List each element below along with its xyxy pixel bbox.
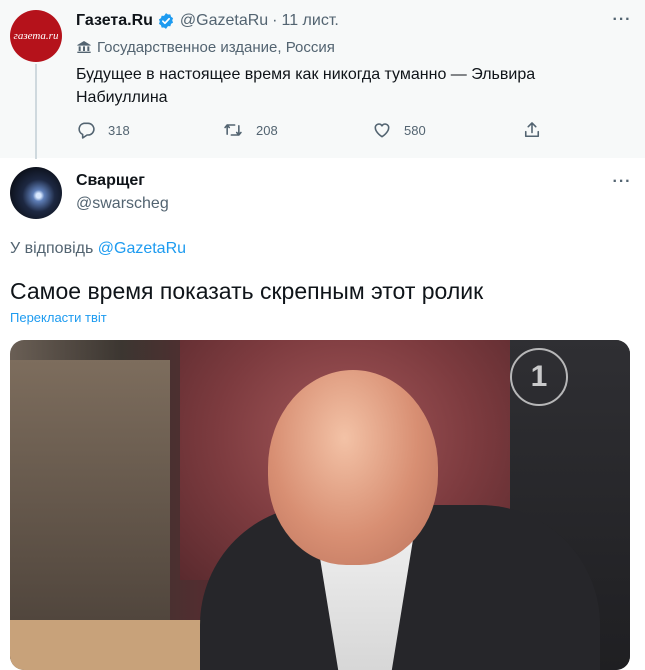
reply-icon [78,122,95,139]
video-thumbnail[interactable]: 1 [10,340,630,670]
author-name[interactable]: Газета.Ru [76,12,153,30]
replying-to-handle-link[interactable]: @GazetaRu [98,240,186,257]
parent-tweet[interactable]: газета.ru Газета.Ru @GazetaRu · 11 лист.… [0,0,645,159]
reply-more-icon[interactable]: ··· [612,172,632,192]
reply-button[interactable]: 318 [76,119,130,141]
retweet-button[interactable]: 208 [222,119,278,141]
tweet-timestamp[interactable]: 11 лист. [282,12,339,30]
separator-dot: · [272,12,278,29]
state-media-label-text: Государственное издание, Россия [97,38,335,56]
reply-avatar[interactable] [10,167,62,219]
thread-connector-line [35,64,37,159]
verified-badge-icon [157,12,175,30]
channel-logo-text: 1 [530,360,548,393]
replying-to-prefix: У відповідь [10,240,94,257]
like-count: 580 [404,122,426,138]
avatar[interactable]: газета.ru [10,10,62,62]
reply-author-name[interactable]: Сварщег [76,172,145,190]
like-icon [374,123,390,138]
retweet-icon [224,124,242,136]
state-media-label[interactable]: Государственное издание, Россия [76,37,335,57]
tweet-header: Газета.Ru @GazetaRu · 11 лист. [76,10,339,32]
reply-author-handle[interactable]: @swarscheg [76,195,169,213]
author-handle[interactable]: @GazetaRu [180,12,268,30]
retweet-count: 208 [256,122,278,138]
channel-logo-icon: 1 [510,348,568,406]
tweet-text: Будущее в настоящее время как никогда ту… [76,66,536,106]
reply-tweet-text: Самое время показать скрепным этот ролик [10,278,484,304]
translate-tweet-link[interactable]: Перекласти твіт [10,310,107,325]
share-icon [524,122,540,138]
tweet-actions: 318 208 580 [76,119,556,141]
avatar-logo-text: газета.ru [13,30,59,42]
reply-count: 318 [108,122,130,138]
background-person-left [10,360,170,660]
like-button[interactable]: 580 [372,119,426,141]
speaker-head [268,370,438,565]
more-icon[interactable]: ··· [612,10,632,30]
replying-to: У відповідь @GazetaRu [10,240,186,258]
government-building-icon [77,41,91,53]
share-button[interactable] [522,119,554,141]
